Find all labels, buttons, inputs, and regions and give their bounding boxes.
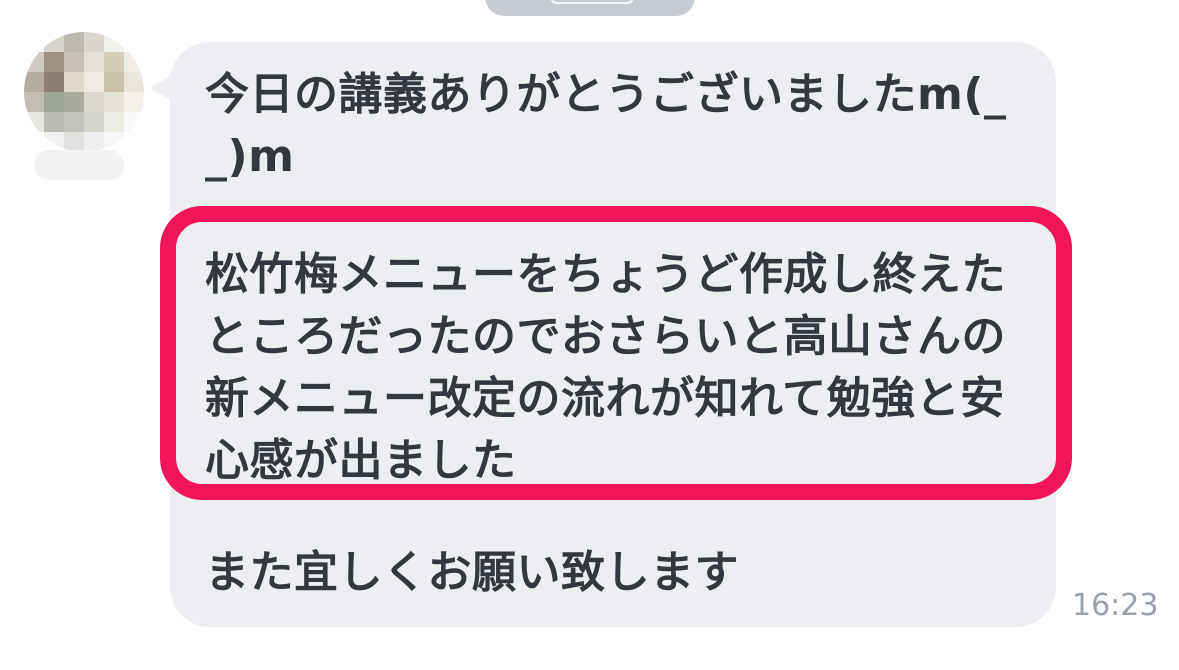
message-line: また宜しくお願い致します	[205, 547, 739, 598]
avatar[interactable]	[24, 32, 144, 152]
message-line: 新メニュー改定の流れが知れて勉強と安	[205, 373, 1005, 424]
date-separator-inner	[550, 0, 634, 4]
message-line: 松竹梅メニューをちょうど作成し終えた	[205, 249, 1006, 300]
date-separator-pill	[485, 0, 695, 16]
message-line: ところだったのでおさらいと高山さんの	[205, 311, 1006, 362]
message-line: _)m	[205, 131, 295, 182]
avatar-shadow	[34, 150, 124, 180]
message-timestamp: 16:23	[1072, 588, 1159, 623]
message-line: 今日の講義ありがとうございましたm(_	[205, 69, 1007, 120]
chat-screen: 今日の講義ありがとうございましたm(_ _)m 松竹梅メニューをちょうど作成し終…	[0, 0, 1179, 670]
message-line: 心感が出ました	[205, 435, 517, 486]
